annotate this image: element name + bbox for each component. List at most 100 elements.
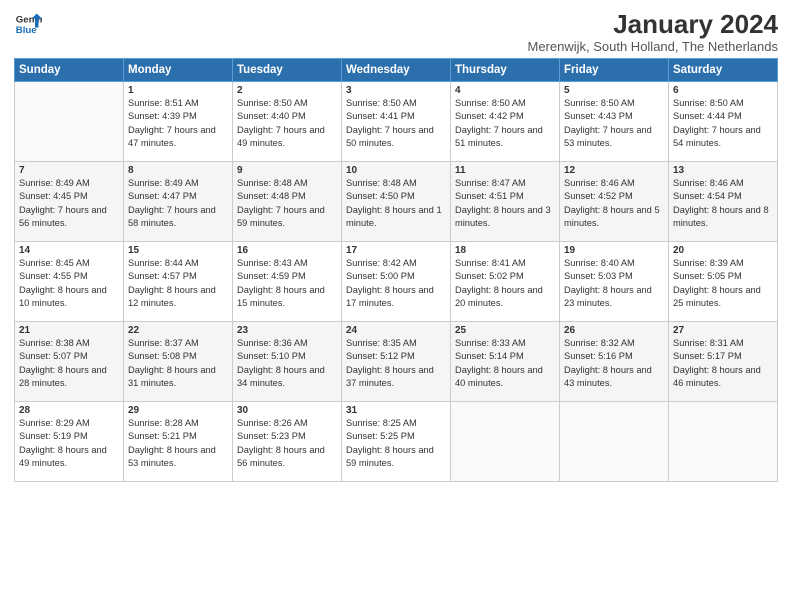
table-row bbox=[560, 401, 669, 481]
day-number: 8 bbox=[128, 165, 228, 176]
table-row: 26Sunrise: 8:32 AM Sunset: 5:16 PM Dayli… bbox=[560, 321, 669, 401]
header: General Blue January 2024 Merenwijk, Sou… bbox=[14, 10, 778, 54]
table-row: 22Sunrise: 8:37 AM Sunset: 5:08 PM Dayli… bbox=[124, 321, 233, 401]
table-row: 12Sunrise: 8:46 AM Sunset: 4:52 PM Dayli… bbox=[560, 161, 669, 241]
day-number: 2 bbox=[237, 85, 337, 96]
table-row: 18Sunrise: 8:41 AM Sunset: 5:02 PM Dayli… bbox=[451, 241, 560, 321]
day-info: Sunrise: 8:50 AM Sunset: 4:44 PM Dayligh… bbox=[673, 97, 773, 151]
day-info: Sunrise: 8:45 AM Sunset: 4:55 PM Dayligh… bbox=[19, 257, 119, 311]
table-row: 16Sunrise: 8:43 AM Sunset: 4:59 PM Dayli… bbox=[233, 241, 342, 321]
col-sunday: Sunday bbox=[15, 58, 124, 81]
day-number: 13 bbox=[673, 165, 773, 176]
day-number: 25 bbox=[455, 325, 555, 336]
day-info: Sunrise: 8:49 AM Sunset: 4:47 PM Dayligh… bbox=[128, 177, 228, 231]
day-number: 12 bbox=[564, 165, 664, 176]
table-row: 31Sunrise: 8:25 AM Sunset: 5:25 PM Dayli… bbox=[342, 401, 451, 481]
day-number: 21 bbox=[19, 325, 119, 336]
calendar-table: Sunday Monday Tuesday Wednesday Thursday… bbox=[14, 58, 778, 482]
table-row: 24Sunrise: 8:35 AM Sunset: 5:12 PM Dayli… bbox=[342, 321, 451, 401]
day-number: 5 bbox=[564, 85, 664, 96]
calendar-title: January 2024 bbox=[527, 10, 778, 39]
day-number: 28 bbox=[19, 405, 119, 416]
table-row: 30Sunrise: 8:26 AM Sunset: 5:23 PM Dayli… bbox=[233, 401, 342, 481]
day-number: 27 bbox=[673, 325, 773, 336]
day-number: 7 bbox=[19, 165, 119, 176]
day-info: Sunrise: 8:50 AM Sunset: 4:41 PM Dayligh… bbox=[346, 97, 446, 151]
day-info: Sunrise: 8:50 AM Sunset: 4:43 PM Dayligh… bbox=[564, 97, 664, 151]
day-number: 9 bbox=[237, 165, 337, 176]
day-number: 14 bbox=[19, 245, 119, 256]
day-number: 29 bbox=[128, 405, 228, 416]
col-saturday: Saturday bbox=[669, 58, 778, 81]
day-info: Sunrise: 8:40 AM Sunset: 5:03 PM Dayligh… bbox=[564, 257, 664, 311]
col-tuesday: Tuesday bbox=[233, 58, 342, 81]
day-info: Sunrise: 8:37 AM Sunset: 5:08 PM Dayligh… bbox=[128, 337, 228, 391]
table-row: 1Sunrise: 8:51 AM Sunset: 4:39 PM Daylig… bbox=[124, 81, 233, 161]
day-info: Sunrise: 8:44 AM Sunset: 4:57 PM Dayligh… bbox=[128, 257, 228, 311]
table-row: 25Sunrise: 8:33 AM Sunset: 5:14 PM Dayli… bbox=[451, 321, 560, 401]
table-row: 29Sunrise: 8:28 AM Sunset: 5:21 PM Dayli… bbox=[124, 401, 233, 481]
col-monday: Monday bbox=[124, 58, 233, 81]
table-row: 7Sunrise: 8:49 AM Sunset: 4:45 PM Daylig… bbox=[15, 161, 124, 241]
day-info: Sunrise: 8:41 AM Sunset: 5:02 PM Dayligh… bbox=[455, 257, 555, 311]
day-number: 3 bbox=[346, 85, 446, 96]
day-number: 18 bbox=[455, 245, 555, 256]
day-info: Sunrise: 8:28 AM Sunset: 5:21 PM Dayligh… bbox=[128, 417, 228, 471]
calendar-week-row: 14Sunrise: 8:45 AM Sunset: 4:55 PM Dayli… bbox=[15, 241, 778, 321]
day-info: Sunrise: 8:47 AM Sunset: 4:51 PM Dayligh… bbox=[455, 177, 555, 231]
day-info: Sunrise: 8:50 AM Sunset: 4:42 PM Dayligh… bbox=[455, 97, 555, 151]
day-info: Sunrise: 8:26 AM Sunset: 5:23 PM Dayligh… bbox=[237, 417, 337, 471]
day-number: 15 bbox=[128, 245, 228, 256]
table-row bbox=[15, 81, 124, 161]
day-info: Sunrise: 8:48 AM Sunset: 4:48 PM Dayligh… bbox=[237, 177, 337, 231]
calendar-week-row: 1Sunrise: 8:51 AM Sunset: 4:39 PM Daylig… bbox=[15, 81, 778, 161]
day-info: Sunrise: 8:29 AM Sunset: 5:19 PM Dayligh… bbox=[19, 417, 119, 471]
day-number: 24 bbox=[346, 325, 446, 336]
day-info: Sunrise: 8:31 AM Sunset: 5:17 PM Dayligh… bbox=[673, 337, 773, 391]
day-number: 17 bbox=[346, 245, 446, 256]
day-info: Sunrise: 8:35 AM Sunset: 5:12 PM Dayligh… bbox=[346, 337, 446, 391]
title-block: January 2024 Merenwijk, South Holland, T… bbox=[527, 10, 778, 54]
day-number: 1 bbox=[128, 85, 228, 96]
table-row: 13Sunrise: 8:46 AM Sunset: 4:54 PM Dayli… bbox=[669, 161, 778, 241]
table-row: 9Sunrise: 8:48 AM Sunset: 4:48 PM Daylig… bbox=[233, 161, 342, 241]
table-row: 11Sunrise: 8:47 AM Sunset: 4:51 PM Dayli… bbox=[451, 161, 560, 241]
calendar-subtitle: Merenwijk, South Holland, The Netherland… bbox=[527, 39, 778, 54]
day-number: 20 bbox=[673, 245, 773, 256]
table-row: 14Sunrise: 8:45 AM Sunset: 4:55 PM Dayli… bbox=[15, 241, 124, 321]
calendar-week-row: 7Sunrise: 8:49 AM Sunset: 4:45 PM Daylig… bbox=[15, 161, 778, 241]
day-number: 31 bbox=[346, 405, 446, 416]
table-row: 5Sunrise: 8:50 AM Sunset: 4:43 PM Daylig… bbox=[560, 81, 669, 161]
table-row: 21Sunrise: 8:38 AM Sunset: 5:07 PM Dayli… bbox=[15, 321, 124, 401]
col-wednesday: Wednesday bbox=[342, 58, 451, 81]
logo: General Blue bbox=[14, 10, 42, 38]
page-container: General Blue January 2024 Merenwijk, Sou… bbox=[0, 0, 792, 612]
day-info: Sunrise: 8:49 AM Sunset: 4:45 PM Dayligh… bbox=[19, 177, 119, 231]
day-info: Sunrise: 8:43 AM Sunset: 4:59 PM Dayligh… bbox=[237, 257, 337, 311]
day-info: Sunrise: 8:46 AM Sunset: 4:52 PM Dayligh… bbox=[564, 177, 664, 231]
day-info: Sunrise: 8:36 AM Sunset: 5:10 PM Dayligh… bbox=[237, 337, 337, 391]
svg-text:Blue: Blue bbox=[16, 25, 37, 36]
day-number: 10 bbox=[346, 165, 446, 176]
table-row: 8Sunrise: 8:49 AM Sunset: 4:47 PM Daylig… bbox=[124, 161, 233, 241]
day-number: 19 bbox=[564, 245, 664, 256]
day-number: 30 bbox=[237, 405, 337, 416]
day-number: 6 bbox=[673, 85, 773, 96]
table-row: 19Sunrise: 8:40 AM Sunset: 5:03 PM Dayli… bbox=[560, 241, 669, 321]
calendar-header-row: Sunday Monday Tuesday Wednesday Thursday… bbox=[15, 58, 778, 81]
col-thursday: Thursday bbox=[451, 58, 560, 81]
table-row: 17Sunrise: 8:42 AM Sunset: 5:00 PM Dayli… bbox=[342, 241, 451, 321]
day-number: 23 bbox=[237, 325, 337, 336]
day-info: Sunrise: 8:38 AM Sunset: 5:07 PM Dayligh… bbox=[19, 337, 119, 391]
day-info: Sunrise: 8:32 AM Sunset: 5:16 PM Dayligh… bbox=[564, 337, 664, 391]
table-row: 27Sunrise: 8:31 AM Sunset: 5:17 PM Dayli… bbox=[669, 321, 778, 401]
calendar-week-row: 28Sunrise: 8:29 AM Sunset: 5:19 PM Dayli… bbox=[15, 401, 778, 481]
table-row bbox=[451, 401, 560, 481]
day-info: Sunrise: 8:33 AM Sunset: 5:14 PM Dayligh… bbox=[455, 337, 555, 391]
table-row: 10Sunrise: 8:48 AM Sunset: 4:50 PM Dayli… bbox=[342, 161, 451, 241]
day-number: 4 bbox=[455, 85, 555, 96]
table-row: 4Sunrise: 8:50 AM Sunset: 4:42 PM Daylig… bbox=[451, 81, 560, 161]
col-friday: Friday bbox=[560, 58, 669, 81]
day-info: Sunrise: 8:51 AM Sunset: 4:39 PM Dayligh… bbox=[128, 97, 228, 151]
day-info: Sunrise: 8:25 AM Sunset: 5:25 PM Dayligh… bbox=[346, 417, 446, 471]
